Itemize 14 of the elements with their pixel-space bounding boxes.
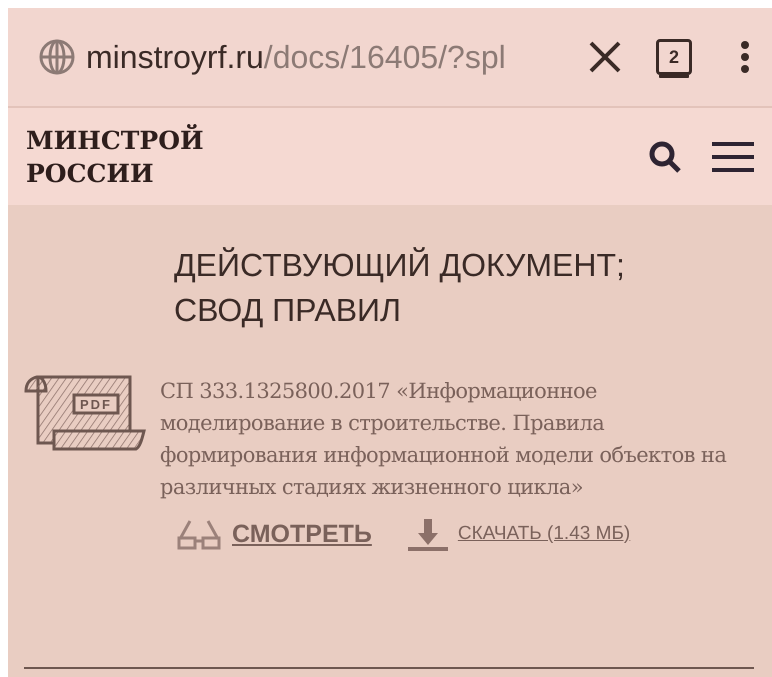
document-status: ДЕЙСТВУЮЩИЙ ДОКУМЕНТ; СВОД ПРАВИЛ xyxy=(174,246,626,330)
globe-icon xyxy=(38,38,76,76)
download-link[interactable]: СКАЧАТЬ (1.43 МБ) xyxy=(408,517,630,551)
document-title: СП 333.1325800.2017 «Информационное моделирование в строительстве. Правила формирования информационной модели объектов на различных стадиях жизненного цикла» xyxy=(160,378,728,501)
menu-icon[interactable] xyxy=(712,140,754,172)
close-icon[interactable] xyxy=(588,40,622,74)
tab-count-button[interactable]: 2 xyxy=(656,39,692,75)
more-icon[interactable] xyxy=(740,40,750,74)
search-icon[interactable] xyxy=(648,140,682,174)
url-field[interactable]: minstroyrf.ru/docs/16405/?spl xyxy=(86,38,506,76)
logo-text[interactable]: МИНСТРОЙ xyxy=(26,124,204,156)
logo-text[interactable]: РОССИИ xyxy=(26,156,154,190)
download-icon xyxy=(408,517,448,551)
view-link[interactable]: СМОТРЕТЬ xyxy=(176,517,372,551)
